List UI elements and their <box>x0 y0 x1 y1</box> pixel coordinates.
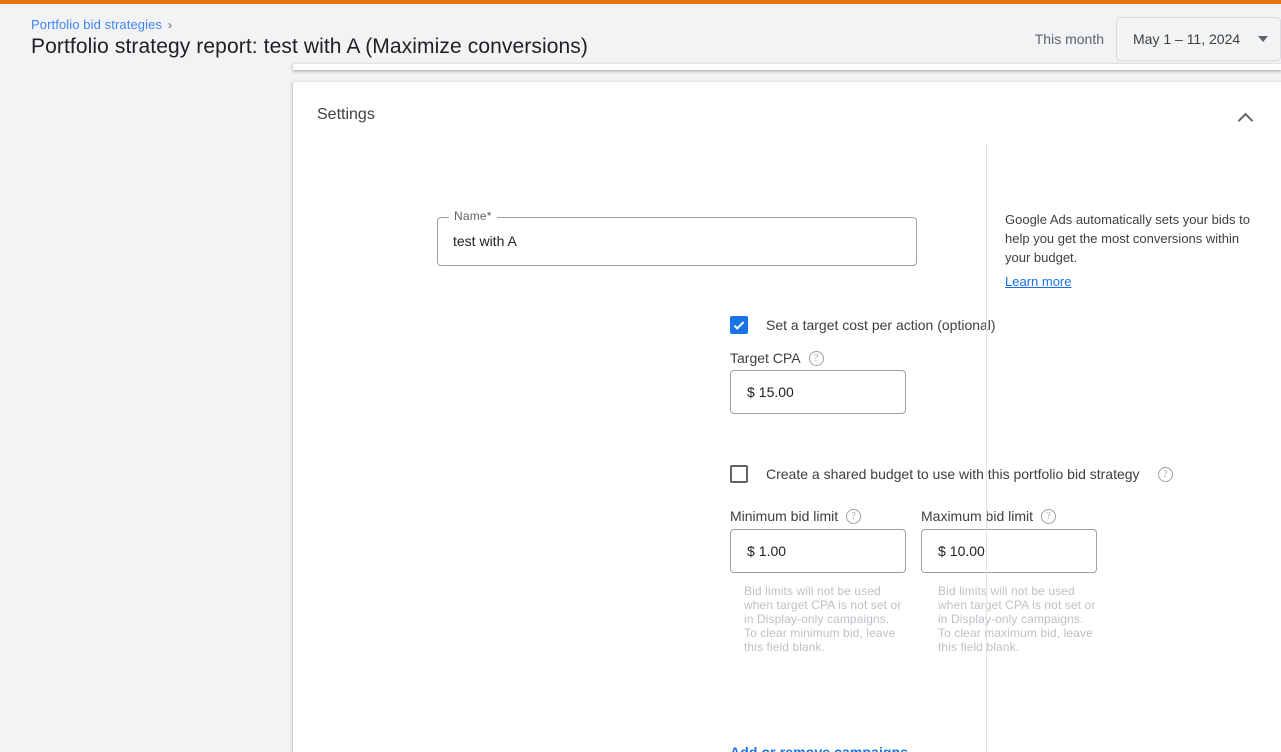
breadcrumb: Portfolio bid strategies › <box>31 17 172 32</box>
maximum-bid-limit-currency: $ <box>938 543 946 559</box>
help-panel-description: Google Ads automatically sets your bids … <box>1005 210 1267 267</box>
date-range-control: This month May 1 – 11, 2024 <box>1035 17 1281 61</box>
target-cpa-checkbox[interactable] <box>730 316 748 334</box>
help-circle-icon[interactable]: ? <box>846 509 861 524</box>
breadcrumb-separator-icon: › <box>168 19 172 31</box>
settings-card-header: Settings <box>293 82 1281 144</box>
target-cpa-checkbox-label: Set a target cost per action (optional) <box>766 317 996 333</box>
check-icon <box>734 319 745 330</box>
minimum-bid-limit-label-row: Minimum bid limit ? <box>730 508 861 524</box>
shared-budget-checkbox[interactable] <box>730 465 748 483</box>
collapse-settings-button[interactable] <box>1225 98 1265 138</box>
name-input-value: test with A <box>453 233 517 249</box>
learn-more-link[interactable]: Learn more <box>1005 274 1071 289</box>
date-range-select[interactable]: May 1 – 11, 2024 <box>1116 17 1281 61</box>
settings-card: Settings Name* test with A S <box>293 82 1281 752</box>
settings-title: Settings <box>317 106 375 124</box>
name-field[interactable]: Name* test with A <box>437 217 917 266</box>
target-cpa-currency: $ <box>747 384 755 400</box>
content-strip <box>293 64 1281 70</box>
breadcrumb-link-portfolio-bid-strategies[interactable]: Portfolio bid strategies <box>31 17 162 32</box>
settings-help-panel: Google Ads automatically sets your bids … <box>986 144 1281 752</box>
target-cpa-label-row: Target CPA ? <box>730 350 824 366</box>
app-root: Portfolio bid strategies › Portfolio str… <box>0 0 1281 752</box>
minimum-bid-limit-label: Minimum bid limit <box>730 508 838 524</box>
target-cpa-input[interactable]: $ 15.00 <box>730 370 906 414</box>
chevron-up-icon <box>1237 112 1253 128</box>
settings-card-body: Name* test with A Set a target cost per … <box>293 144 1281 752</box>
minimum-bid-limit-input[interactable]: $ 1.00 <box>730 529 906 573</box>
add-or-remove-campaigns-link[interactable]: Add or remove campaigns <box>730 744 908 752</box>
page-title: Portfolio strategy report: test with A (… <box>31 35 588 59</box>
minimum-bid-limit-value: 1.00 <box>759 543 786 559</box>
maximum-bid-limit-value: 10.00 <box>950 543 985 559</box>
page-header: Portfolio bid strategies › Portfolio str… <box>0 4 1281 64</box>
settings-form: Name* test with A Set a target cost per … <box>293 144 986 752</box>
chevron-down-icon <box>1258 36 1268 42</box>
name-field-label: Name* <box>449 209 497 223</box>
minimum-bid-limit-currency: $ <box>747 543 755 559</box>
help-circle-icon[interactable]: ? <box>809 351 824 366</box>
date-preset-label: This month <box>1035 31 1104 47</box>
minimum-bid-limit-hint: Bid limits will not be used when target … <box>744 584 904 654</box>
target-cpa-label: Target CPA <box>730 350 801 366</box>
target-cpa-value: 15.00 <box>759 384 794 400</box>
date-range-value: May 1 – 11, 2024 <box>1133 31 1240 47</box>
target-cpa-checkbox-row[interactable]: Set a target cost per action (optional) <box>730 316 996 334</box>
